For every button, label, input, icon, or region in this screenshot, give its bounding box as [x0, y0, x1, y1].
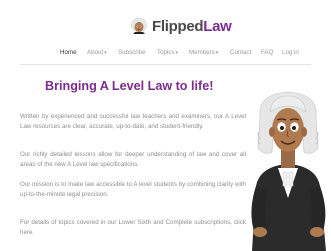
topics-link-paragraph[interactable]: For details of topics covered in our Low…	[20, 218, 246, 237]
nav-faq[interactable]: FAQ	[261, 49, 273, 56]
chevron-down-icon: ▾	[104, 50, 107, 56]
nav-about[interactable]: About▾	[87, 49, 107, 56]
nav-login[interactable]: Log in	[282, 49, 299, 56]
lawyer-illustration	[251, 91, 326, 251]
intro-paragraph: Written by experienced and successful la…	[20, 113, 246, 130]
lawyer-avatar-icon	[131, 17, 147, 34]
main-nav: Home About▾ Subscribe Topics▾ Members▾ C…	[0, 49, 331, 61]
site-logo[interactable]: FlippedLaw	[129, 16, 232, 36]
nav-contact[interactable]: Contact	[230, 49, 251, 56]
hero-headline: Bringing A Level Law to life!	[45, 79, 214, 93]
mission-paragraph: Our mission is to make law accessible to…	[20, 181, 246, 198]
nav-home[interactable]: Home	[60, 49, 77, 56]
lessons-paragraph: Our richly detailed lessons allow for de…	[20, 151, 246, 168]
chevron-down-icon: ▾	[215, 50, 219, 56]
header-divider	[20, 64, 311, 65]
brand-name: FlippedLaw	[152, 17, 232, 35]
nav-topics[interactable]: Topics▾	[157, 49, 178, 56]
nav-members[interactable]: Members▾	[189, 49, 218, 56]
nav-subscribe[interactable]: Subscribe	[118, 49, 146, 56]
chevron-down-icon: ▾	[175, 50, 179, 56]
